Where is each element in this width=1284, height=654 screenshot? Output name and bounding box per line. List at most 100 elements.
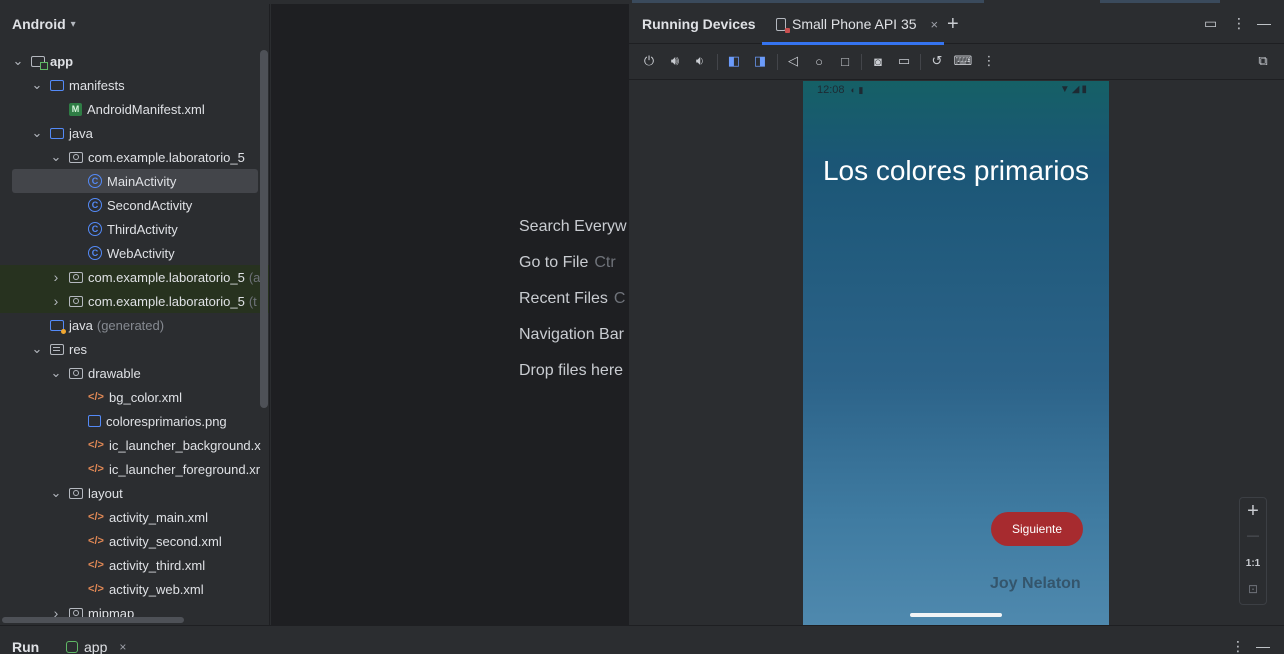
hint-drop-files: Drop files here bbox=[519, 362, 628, 380]
project-view-selector[interactable]: Android ▾ bbox=[12, 15, 76, 33]
project-tree-item[interactable]: </> ic_launcher_background.x bbox=[0, 433, 269, 457]
zoom-fit-icon[interactable]: ⊡ bbox=[1240, 582, 1266, 596]
tree-item-label: activity_main.xml bbox=[109, 509, 208, 525]
reset-icon[interactable]: ↺ bbox=[929, 53, 945, 69]
siguiente-button[interactable]: Siguiente bbox=[991, 512, 1083, 546]
project-panel: Android ▾ ⌄ app ⌄ manifests M AndroidManifest… bbox=[0, 4, 270, 625]
chevron-down-icon[interactable]: ⌄ bbox=[31, 77, 43, 93]
chevron-down-icon[interactable]: ⌄ bbox=[31, 341, 43, 357]
screenshot-icon[interactable]: ◙ bbox=[870, 53, 886, 69]
project-vertical-scrollbar[interactable] bbox=[260, 50, 268, 408]
project-tree-item[interactable]: ⌄ layout bbox=[0, 481, 269, 505]
image-file-icon bbox=[88, 415, 101, 427]
package-icon bbox=[69, 367, 83, 379]
window-options-icon[interactable]: ▭ bbox=[1204, 15, 1217, 32]
close-run-tab-icon[interactable]: × bbox=[119, 640, 126, 654]
project-tree-item[interactable]: C MainActivity bbox=[12, 169, 258, 193]
volume-up-icon[interactable]: 🔊︎ bbox=[667, 53, 683, 69]
project-tree-item[interactable]: ⌄ java bbox=[0, 121, 269, 145]
run-options-icon[interactable]: ⋮ bbox=[1231, 638, 1245, 654]
run-title[interactable]: Run bbox=[12, 639, 39, 654]
project-tree-item[interactable]: ⌄ res bbox=[0, 337, 269, 361]
editor-empty-area: Search Everyw Go to File Ctr Recent Files… bbox=[271, 4, 628, 625]
xml-file-icon: </> bbox=[88, 535, 104, 547]
overview-icon[interactable]: □ bbox=[837, 53, 853, 69]
zoom-controls: + — 1:1 ⊡ bbox=[1239, 497, 1267, 605]
tree-item-label: AndroidManifest.xml bbox=[87, 101, 205, 117]
chevron-down-icon[interactable]: ⌄ bbox=[50, 485, 62, 501]
zoom-actual-size-button[interactable]: 1:1 bbox=[1240, 558, 1266, 569]
project-tree-item[interactable]: </> activity_second.xml bbox=[0, 529, 269, 553]
top-border-segment bbox=[1100, 0, 1220, 3]
chevron-right-icon[interactable]: › bbox=[50, 269, 62, 285]
chevron-down-icon[interactable]: ⌄ bbox=[31, 125, 43, 141]
package-icon bbox=[69, 487, 83, 499]
chevron-right-icon[interactable]: › bbox=[50, 293, 62, 309]
minimize-icon[interactable]: — bbox=[1257, 15, 1271, 31]
zoom-in-button[interactable]: + bbox=[1240, 500, 1266, 523]
volume-down-icon[interactable]: 🔉︎ bbox=[692, 53, 708, 69]
close-tab-icon[interactable]: × bbox=[931, 17, 939, 32]
gesture-nav-bar[interactable] bbox=[910, 613, 1002, 617]
back-icon[interactable]: ◁ bbox=[785, 53, 801, 69]
hint-search-everywhere: Search Everyw bbox=[519, 218, 628, 236]
screen-record-icon[interactable]: ▭ bbox=[896, 53, 912, 69]
tree-item-label: com.example.laboratorio_5 bbox=[88, 149, 245, 165]
device-frame-icon[interactable]: ⧉ bbox=[1255, 53, 1271, 69]
more-options-icon[interactable]: ⋮ bbox=[1232, 15, 1246, 32]
project-tree-item[interactable]: coloresprimarios.png bbox=[0, 409, 269, 433]
run-config-tab[interactable]: app × bbox=[66, 639, 126, 654]
more-actions-icon[interactable]: ⋮ bbox=[981, 53, 997, 69]
device-display-area: 12:08 ◐ ▮ ▼◢▮ Los colores primarios Sigu… bbox=[629, 81, 1284, 625]
chevron-down-icon[interactable]: ⌄ bbox=[50, 149, 62, 165]
rotate-left-icon[interactable]: ◧ bbox=[726, 53, 742, 69]
project-tree-item[interactable]: ⌄ manifests bbox=[0, 73, 269, 97]
project-tree-item[interactable]: java (generated) bbox=[0, 313, 269, 337]
project-tree-item[interactable]: › com.example.laboratorio_5 (t bbox=[0, 289, 269, 313]
tree-item-label: activity_web.xml bbox=[109, 581, 204, 597]
chevron-down-icon[interactable]: ⌄ bbox=[50, 365, 62, 381]
tree-item-label: ThirdActivity bbox=[107, 221, 178, 237]
project-tree-item[interactable]: ⌄ com.example.laboratorio_5 bbox=[0, 145, 269, 169]
add-device-icon[interactable]: + bbox=[947, 13, 959, 36]
power-icon[interactable]: ⏻ bbox=[641, 53, 657, 69]
phone-screen[interactable]: 12:08 ◐ ▮ ▼◢▮ Los colores primarios Sigu… bbox=[803, 81, 1109, 625]
toolbar-separator bbox=[920, 54, 921, 70]
xml-file-icon: </> bbox=[88, 511, 104, 523]
class-icon: C bbox=[88, 246, 102, 260]
xml-file-icon: </> bbox=[88, 583, 104, 595]
tab-small-phone[interactable]: Small Phone API 35 × bbox=[762, 4, 944, 45]
project-tree-item[interactable]: </> bg_color.xml bbox=[0, 385, 269, 409]
package-icon bbox=[69, 271, 83, 283]
tab-label: Small Phone API 35 bbox=[792, 16, 917, 32]
project-tree-item[interactable]: </> activity_web.xml bbox=[0, 577, 269, 601]
rotate-right-icon[interactable]: ◨ bbox=[752, 53, 768, 69]
chevron-down-icon[interactable]: ⌄ bbox=[12, 53, 24, 69]
project-tree-item[interactable]: ⌄ app bbox=[0, 49, 269, 73]
project-tree-item[interactable]: </> ic_launcher_foreground.xr bbox=[0, 457, 269, 481]
project-horizontal-scrollbar[interactable] bbox=[2, 617, 184, 623]
zoom-out-button[interactable]: — bbox=[1240, 528, 1266, 542]
resources-folder-icon bbox=[50, 343, 64, 355]
project-tree-item[interactable]: M AndroidManifest.xml bbox=[0, 97, 269, 121]
status-time: 12:08 bbox=[817, 84, 845, 96]
hint-label: Go to File bbox=[519, 254, 589, 271]
keyboard-icon[interactable]: ⌨ bbox=[954, 53, 973, 69]
tree-item-label: bg_color.xml bbox=[109, 389, 182, 405]
tree-item-label: ic_launcher_foreground.xr bbox=[109, 461, 261, 477]
project-tree-item[interactable]: C ThirdActivity bbox=[0, 217, 269, 241]
project-tree-item[interactable]: C WebActivity bbox=[0, 241, 269, 265]
toolbar-separator bbox=[777, 54, 778, 70]
hint-label: Drop files here bbox=[519, 362, 624, 379]
xml-file-icon: </> bbox=[88, 463, 104, 475]
run-minimize-icon[interactable]: — bbox=[1256, 638, 1270, 654]
class-icon: C bbox=[88, 198, 102, 212]
project-tree-item[interactable]: </> activity_third.xml bbox=[0, 553, 269, 577]
project-tree-item[interactable]: › com.example.laboratorio_5 (a bbox=[0, 265, 269, 289]
tree-item-suffix: (a bbox=[248, 269, 261, 285]
project-tree-item[interactable]: C SecondActivity bbox=[0, 193, 269, 217]
project-tree-item[interactable]: ⌄ drawable bbox=[0, 361, 269, 385]
tree-item-label: res bbox=[69, 341, 88, 357]
project-tree-item[interactable]: </> activity_main.xml bbox=[0, 505, 269, 529]
home-icon[interactable]: ○ bbox=[811, 53, 827, 69]
